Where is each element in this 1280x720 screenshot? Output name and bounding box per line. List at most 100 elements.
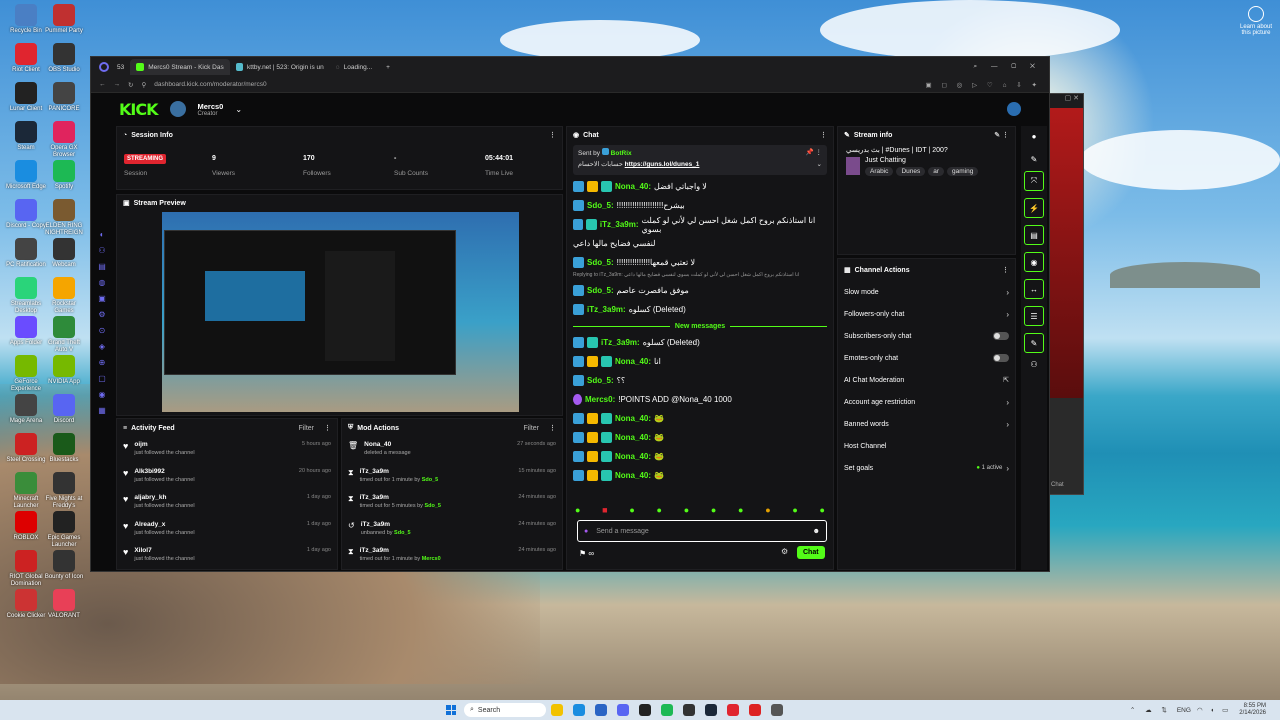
pin-icon[interactable]: 📌 ⋮ — [806, 148, 822, 156]
channel-action-followers-only-chat[interactable]: Followers-only chat › — [838, 303, 1015, 325]
chat-username[interactable]: Nona_40: — [615, 357, 651, 366]
desktop-icon[interactable]: Grand Theft Auto V — [42, 316, 86, 354]
chat-message[interactable]: Nona_40: 🐸 — [567, 447, 833, 466]
chat-bubble-icon[interactable]: ◉ — [1024, 252, 1044, 272]
chat-username[interactable]: Nona_40: — [615, 433, 651, 442]
more-options-icon[interactable]: ⋮ — [549, 424, 556, 432]
activity-row[interactable]: ♥ Alk3bi992 just followed the channel 20 ho… — [117, 464, 337, 491]
more-options-icon[interactable]: ⋮ — [820, 131, 827, 139]
username[interactable]: iTz_3a9m — [361, 521, 411, 528]
desktop-icon[interactable]: Bounty of Icon — [42, 550, 86, 581]
channel-action-account-age-restriction[interactable]: Account age restriction › — [838, 391, 1015, 413]
activity-row[interactable]: ♥ Xilol7 just followed the channel 1 day ag… — [117, 543, 337, 570]
emote-bar[interactable]: ● ■ ● ● ● ● ● ● ● ● — [575, 505, 825, 515]
chevron-right-icon[interactable]: › — [1006, 464, 1009, 473]
riot-icon[interactable] — [727, 704, 739, 716]
tab-count[interactable]: 53 — [117, 64, 124, 71]
username[interactable]: iTz_3a9m — [360, 468, 439, 475]
desktop-icon[interactable]: Epic Games Launcher — [42, 511, 86, 549]
username[interactable]: oijm — [134, 441, 194, 448]
channel-action-host-channel[interactable]: Host Channel — [838, 435, 1015, 457]
activity-row[interactable]: ♥ oijm just followed the channel 5 hours ag… — [117, 437, 337, 464]
edit-icon[interactable]: ✎ ⋮ — [994, 131, 1009, 139]
channel-action-slow-mode[interactable]: Slow mode › — [838, 281, 1015, 303]
username[interactable]: aljabry_kh — [134, 494, 194, 501]
chat-message[interactable]: Nona_40: 🐸 — [567, 409, 833, 428]
filter-button[interactable]: Filter — [298, 425, 314, 432]
file-explorer-icon[interactable] — [551, 704, 563, 716]
username[interactable]: Alk3bi992 — [134, 468, 194, 475]
channel-action-banned-words[interactable]: Banned words › — [838, 413, 1015, 435]
activity-row[interactable]: ♥ Already_x just followed the channel 1 day… — [117, 517, 337, 544]
tab-kick[interactable]: Mercs0 Stream - Kick Das — [130, 59, 230, 75]
list-icon[interactable]: ☰ — [1024, 306, 1044, 326]
toggle-switch[interactable] — [993, 332, 1009, 340]
chevron-right-icon[interactable]: › — [1006, 398, 1009, 407]
learn-about-picture[interactable]: Learn about this picture — [1236, 6, 1276, 36]
obs-icon[interactable] — [683, 704, 695, 716]
mod-action-row[interactable]: ↺ iTz_3a9m unbanned by Sdo_5 24 minutes ago — [342, 517, 562, 544]
tab-loading[interactable]: ◌ Loading... — [330, 59, 378, 75]
info-icon[interactable]: ● — [1021, 132, 1047, 141]
chat-username[interactable]: Nona_40: — [615, 414, 651, 423]
moderator-name[interactable]: Mercs0 — [422, 556, 441, 562]
moderator-name[interactable]: Sdo_5 — [422, 477, 439, 483]
chat-message[interactable]: Sdo_5: ؟؟ — [567, 371, 833, 390]
chat-username[interactable]: iTz_3a9m: — [587, 305, 626, 314]
tag[interactable]: gaming — [947, 167, 979, 176]
tray-icons[interactable]: ⌃ ☁ ⇅ — [1130, 706, 1171, 714]
desktop-icon[interactable]: VALORANT — [42, 589, 86, 620]
username[interactable]: Xilol7 — [134, 547, 194, 554]
toggle-switch[interactable] — [993, 354, 1009, 362]
clock[interactable]: 8:55 PM 2/14/2026 — [1239, 703, 1266, 717]
more-options-icon[interactable]: ⋮ — [549, 131, 556, 139]
chat-message[interactable]: iTz_3a9m: كسلوه (Deleted) — [567, 333, 833, 352]
chat-input[interactable]: ● Send a message ☻ — [577, 520, 827, 542]
chat-username[interactable]: Nona_40: — [615, 471, 651, 480]
username[interactable]: Already_x — [134, 521, 194, 528]
pinned-message[interactable]: Sent by BotRix 📌 ⋮ حسابات الاحسام https:/… — [573, 145, 827, 175]
terminal-icon[interactable] — [639, 704, 651, 716]
settings-gear-icon[interactable]: ⚙ — [781, 547, 788, 556]
username[interactable]: iTz_3a9m — [360, 494, 441, 501]
send-chat-button[interactable]: Chat — [797, 546, 825, 559]
chat-username[interactable]: iTz_3a9m: — [601, 338, 640, 347]
more-options-icon[interactable]: ⋮ — [1002, 266, 1009, 274]
steam-icon[interactable] — [705, 704, 717, 716]
search-box[interactable]: ⌕ Search — [464, 703, 546, 717]
spotify-icon[interactable] — [661, 704, 673, 716]
activity-row[interactable]: ♥ aljabry_kh just followed the channel 1 da… — [117, 490, 337, 517]
chat-message[interactable]: Nona_40: 🐸 — [567, 428, 833, 447]
new-tab-button[interactable]: + — [386, 64, 390, 71]
clipboard-icon[interactable]: ▤ — [1024, 225, 1044, 245]
chat-message[interactable]: Sdo_5: !!!!!!!!!!!!!!!!!!!!!بيشرح — [567, 196, 833, 215]
pinned-link[interactable]: https://guns.lol/dunes_1 — [625, 161, 700, 168]
chat-message[interactable]: Mercs0: !POINTS ADD @Nona_40 1000 — [567, 390, 833, 409]
mod-action-row[interactable]: ⧗ iTz_3a9m timed out for 1 minute by Sdo_5… — [342, 464, 562, 491]
chat-message[interactable]: Nona_40: لا واجباتي افضل — [567, 177, 833, 196]
channel-action-emotes-only-chat[interactable]: Emotes-only chat — [838, 347, 1015, 369]
chat-username[interactable]: Sdo_5: — [587, 376, 614, 385]
edge-icon[interactable] — [573, 704, 585, 716]
toolbar-icons[interactable]: ▣ ◻ ◎ ▷ ♡ ⌂ ⇩ ✦ — [926, 81, 1042, 89]
desktop-icon[interactable]: Webcam — [42, 238, 86, 269]
chat-message[interactable]: Nona_40: 🐸 — [567, 466, 833, 485]
channel-action-subscribers-only-chat[interactable]: Subscribers-only chat — [838, 325, 1015, 347]
profile-avatar[interactable] — [1007, 102, 1021, 116]
channel-action-set-goals[interactable]: Set goals ● 1 active › — [838, 457, 1015, 479]
desktop-icon[interactable]: Opera GX Browser — [42, 121, 86, 159]
opera-icon[interactable] — [99, 62, 109, 72]
mod-action-row[interactable]: ⧗ iTz_3a9m timed out for 5 minutes by Sdo_… — [342, 490, 562, 517]
wrench-icon[interactable]: ✎ — [1024, 333, 1044, 353]
pencil-icon[interactable]: ✎ — [1021, 155, 1047, 164]
chat-tools-icon[interactable]: ⚑ ∞ — [579, 549, 594, 558]
language-indicator[interactable]: ENG — [1177, 707, 1191, 714]
chat-message[interactable]: Nona_40: انا — [567, 352, 833, 371]
desktop-icon[interactable]: Spotify — [42, 160, 86, 191]
desktop-icon[interactable]: NVIDIA App — [42, 355, 86, 386]
stream-preview-video[interactable] — [162, 212, 519, 412]
mic-icon[interactable]: ● — [584, 528, 588, 535]
users-icon[interactable]: ⚇ — [1021, 360, 1047, 369]
forward-button[interactable]: → — [114, 81, 121, 88]
chat-message[interactable]: لنفسي فضايح مالها داعي — [567, 234, 833, 253]
